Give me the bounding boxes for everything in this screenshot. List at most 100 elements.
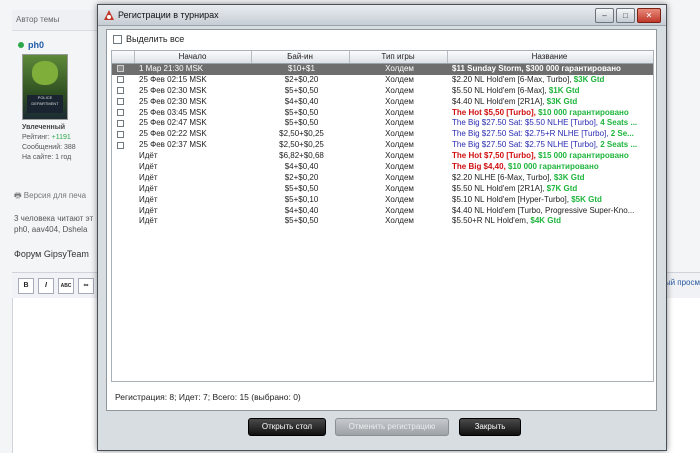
table-row[interactable]: 25 Фев 02:47 MSK $5+$0,50 Холдем The Big $2…: [112, 118, 653, 129]
table-row[interactable]: 25 Фев 02:22 MSK $2,50+$0,25 Холдем The Big…: [112, 129, 653, 140]
cell-start: Идёт: [139, 216, 158, 226]
right-link[interactable]: ый просм: [665, 278, 700, 287]
dialog-titlebar[interactable]: Регистрации в турнирах – □ ✕: [98, 5, 666, 26]
cell-game: Холдем: [385, 205, 414, 215]
cell-game: Холдем: [385, 129, 414, 139]
name-segment: The Big $27.50 Sat: $2.75 NLHE [Turbo],: [452, 140, 601, 150]
name-segment: $5.10 NL Hold'em [Hyper-Turbo],: [452, 194, 572, 204]
name-segment: $5.50 NL Hold'em [2R1A],: [452, 183, 547, 193]
column-header-name[interactable]: Название: [447, 51, 652, 63]
forum-user-name-label: ph0: [28, 40, 45, 50]
cell-game: Холдем: [385, 140, 414, 150]
table-row[interactable]: Идёт $4+$0,40 Холдем The Big $4,40, $10 000…: [112, 162, 653, 173]
print-version-label: Версия для печа: [23, 191, 87, 200]
row-checkbox[interactable]: [117, 87, 124, 95]
maximize-button[interactable]: □: [616, 8, 635, 23]
row-checkbox[interactable]: [117, 119, 124, 127]
row-checkbox[interactable]: [117, 65, 124, 73]
table-row[interactable]: 25 Фев 02:30 MSK $5+$0,50 Холдем $5.50 NL H…: [112, 86, 653, 97]
table-row[interactable]: 25 Фев 02:30 MSK $4+$0,40 Холдем $4.40 NL H…: [112, 97, 653, 108]
row-checkbox-cell: [117, 118, 127, 129]
cell-name: The Big $4,40, $10 000 гарантировано: [452, 162, 652, 173]
column-header-game[interactable]: Тип игры: [349, 51, 448, 63]
cell-buyin: $5+$0,50: [284, 107, 319, 117]
cell-name: $2.20 NL Hold'em [6-Max, Turbo], $3K Gtd: [452, 75, 652, 86]
select-all-checkbox[interactable]: Выделить все: [113, 34, 185, 45]
table-row[interactable]: Идёт $6,82+$0,68 Холдем The Hot $7,50 [Turb…: [112, 151, 653, 162]
name-segment: $4K Gtd: [530, 216, 562, 226]
italic-button[interactable]: I: [38, 278, 54, 294]
open-table-button[interactable]: Открыть стол: [248, 418, 326, 436]
row-checkbox-cell: [117, 129, 127, 140]
row-checkbox[interactable]: [117, 98, 124, 106]
cell-game: Холдем: [385, 96, 414, 106]
name-segment: $2.20 NLHE [6-Max, Turbo],: [452, 172, 554, 182]
cell-start: Идёт: [139, 172, 158, 182]
rating-value: +1191: [51, 134, 71, 141]
cell-name: $5.50 NL Hold'em [2R1A], $7K Gtd: [452, 184, 652, 195]
table-row[interactable]: Идёт $2+$0,20 Холдем $2.20 NLHE [6-Max, Tur…: [112, 173, 653, 184]
cell-start: 25 Фев 02:30 MSK: [139, 85, 207, 95]
unregister-button[interactable]: Отменить регистрацию: [335, 418, 449, 436]
table-row[interactable]: Идёт $5+$0,50 Холдем $5.50+R NL Hold'em, $4…: [112, 216, 653, 227]
name-segment: $10 000 гарантировано: [508, 162, 599, 172]
table-row[interactable]: Идёт $5+$0,50 Холдем $5.50 NL Hold'em [2R1A…: [112, 184, 653, 195]
cell-start: 25 Фев 02:37 MSK: [139, 140, 207, 150]
table-row[interactable]: 25 Фев 02:15 MSK $2+$0,20 Холдем $2.20 NL H…: [112, 75, 653, 86]
forum-user-name[interactable]: ph0: [18, 40, 44, 50]
name-segment: The Hot $7,50 [Turbo],: [452, 151, 539, 161]
table-row[interactable]: Идёт $5+$0,10 Холдем $5.10 NL Hold'em [Hype…: [112, 195, 653, 206]
rating-label: Рейтинг:: [22, 134, 50, 141]
close-button[interactable]: Закрыть: [459, 418, 521, 436]
column-header-start[interactable]: Начало: [134, 51, 252, 63]
column-header-buyin[interactable]: Бай-ин: [251, 51, 350, 63]
name-segment: $11 Sunday Storm, $300 000 гарантировано: [452, 64, 621, 73]
table-row[interactable]: Идёт $4+$0,40 Холдем $4.40 NL Hold'em [Turb…: [112, 206, 653, 217]
row-checkbox-cell: [117, 140, 127, 151]
print-version-link[interactable]: 🖶 Версия для печа: [14, 190, 86, 204]
user-rating: Рейтинг: +1191: [22, 134, 71, 141]
minimize-button[interactable]: –: [595, 8, 614, 23]
cell-name: The Big $27.50 Sat: $2.75+R NLHE [Turbo]…: [452, 129, 652, 140]
cell-start: Идёт: [139, 205, 158, 215]
row-checkbox[interactable]: [117, 76, 124, 84]
bold-button[interactable]: B: [18, 278, 34, 294]
cell-start: Идёт: [139, 183, 158, 193]
name-segment: The Big $27.50 Sat: $5.50 NLHE [Turbo],: [452, 118, 601, 128]
cell-name: $5.50+R NL Hold'em, $4K Gtd: [452, 216, 652, 227]
table-row[interactable]: 1 Мар 21:30 MSK $10+$1 Холдем $11 Sunday St…: [112, 64, 653, 75]
cell-start: 1 Мар 21:30 MSK: [139, 64, 204, 73]
cell-game: Холдем: [385, 74, 414, 84]
registrations-dialog: Регистрации в турнирах – □ ✕ Выделить вс…: [97, 4, 667, 451]
cell-start: 25 Фев 02:30 MSK: [139, 96, 207, 106]
cell-start: 25 Фев 03:45 MSK: [139, 107, 207, 117]
cell-start: Идёт: [139, 194, 158, 204]
cell-buyin: $2+$0,20: [284, 172, 319, 182]
cell-game: Холдем: [385, 64, 414, 73]
user-on-site: На сайте: 1 год: [22, 154, 72, 161]
strike-button[interactable]: ABC: [58, 278, 74, 294]
cell-game: Холдем: [385, 151, 414, 161]
close-window-button[interactable]: ✕: [637, 8, 661, 23]
name-segment: $1K Gtd: [548, 85, 580, 95]
name-segment: $4.40 NL Hold'em [Turbo, Progressive Sup…: [452, 205, 635, 215]
pokerstars-icon: [104, 10, 114, 20]
forum-name: Форум GipsyTeam: [14, 249, 89, 259]
name-segment: 4 Seats ...: [600, 118, 638, 128]
avatar[interactable]: POLICE DEPARTMENT: [22, 54, 68, 120]
row-checkbox[interactable]: [117, 130, 124, 138]
table-row[interactable]: 25 Фев 02:37 MSK $2,50+$0,25 Холдем The Big…: [112, 140, 653, 151]
row-checkbox[interactable]: [117, 141, 124, 149]
cell-start: Идёт: [139, 162, 158, 172]
table-row[interactable]: 25 Фев 03:45 MSK $5+$0,50 Холдем The Hot $5…: [112, 108, 653, 119]
link-button[interactable]: ∞: [78, 278, 94, 294]
cell-name: $5.50 NL Hold'em [6-Max], $1K Gtd: [452, 86, 652, 97]
cell-start: 25 Фев 02:47 MSK: [139, 118, 207, 128]
cell-game: Холдем: [385, 107, 414, 117]
name-segment: $5K Gtd: [571, 194, 602, 204]
select-all-label: Выделить все: [126, 34, 185, 44]
row-checkbox[interactable]: [117, 108, 124, 116]
online-status-icon: [18, 42, 24, 48]
name-segment: The Big $4,40,: [452, 162, 509, 172]
row-checkbox-cell: [117, 108, 127, 119]
